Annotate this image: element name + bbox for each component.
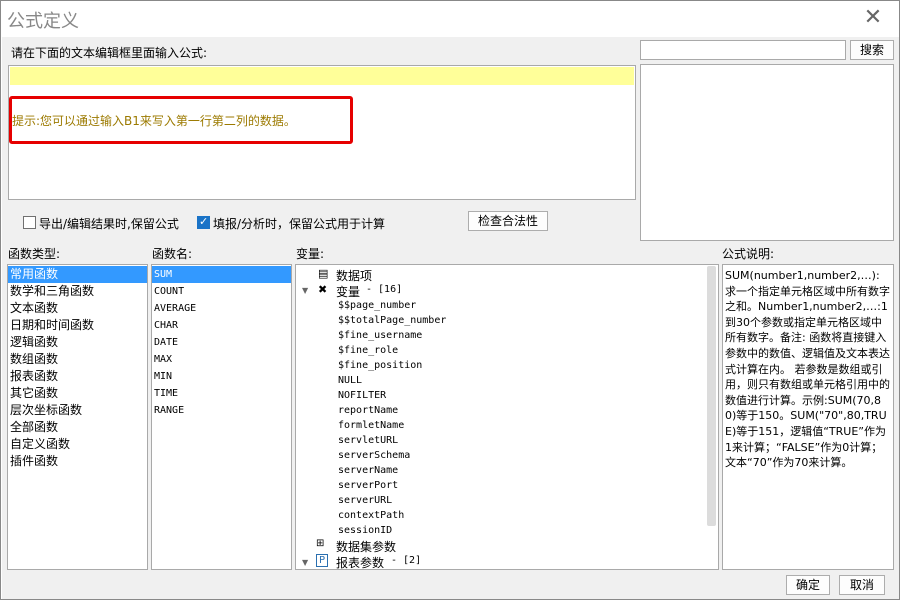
search-button[interactable]: 搜索 — [850, 40, 894, 60]
list-item[interactable]: 其它函数 — [8, 385, 147, 402]
list-item[interactable]: DATE — [152, 334, 291, 351]
list-item[interactable]: 常用函数 — [8, 266, 147, 283]
tree-node-report-params[interactable]: 报表参数 — [336, 554, 384, 569]
func-type-list[interactable]: 常用函数 数学和三角函数 文本函数 日期和时间函数 逻辑函数 数组函数 报表函数… — [7, 264, 148, 570]
list-item[interactable]: TIME — [152, 385, 291, 402]
variables-tree[interactable]: ▤ 数据项 ▼ ✖ 变量 - [16] $$page_number $$total… — [295, 264, 719, 570]
description-text: SUM(number1,number2,…): 求一个指定单元格区域中所有数字之… — [725, 269, 890, 470]
list-item[interactable]: 文本函数 — [8, 300, 147, 317]
tree-node-variable[interactable]: $$totalPage_number — [338, 315, 446, 326]
fill-keep-label: 填报/分析时，保留公式用于计算 — [213, 217, 386, 231]
collapse-arrow-icon[interactable]: ▼ — [302, 558, 308, 567]
list-item[interactable]: MIN — [152, 368, 291, 385]
search-results-list[interactable] — [640, 64, 894, 241]
data-item-icon: ▤ — [318, 267, 329, 280]
list-item[interactable]: 插件函数 — [8, 453, 147, 470]
list-item[interactable]: 层次坐标函数 — [8, 402, 147, 419]
func-type-label: 函数类型: — [8, 247, 61, 261]
func-name-list[interactable]: SUM COUNT AVERAGE CHAR DATE MAX MIN TIME… — [151, 264, 292, 570]
tree-node-variables[interactable]: 变量 — [336, 283, 360, 300]
close-icon[interactable]: ✕ — [861, 6, 885, 30]
list-item[interactable]: COUNT — [152, 283, 291, 300]
dataset-param-icon: ⊞ — [316, 538, 325, 549]
list-item[interactable]: 自定义函数 — [8, 436, 147, 453]
list-item[interactable]: CHAR — [152, 317, 291, 334]
formula-dialog: 公式定义 ✕ 请在下面的文本编辑框里面输入公式: 提示:您可以通过输入B1来写入… — [0, 0, 900, 600]
ok-button[interactable]: 确定 — [786, 575, 830, 595]
export-keep-checkbox[interactable] — [23, 216, 36, 229]
collapse-arrow-icon[interactable]: ▼ — [302, 286, 308, 295]
tree-node-variable[interactable]: serverURL — [338, 495, 392, 506]
dialog-title: 公式定义 — [7, 11, 79, 32]
tree-node-variable[interactable]: serverName — [338, 465, 398, 476]
variable-group-icon: ✖ — [318, 283, 328, 296]
description-label: 公式说明: — [722, 247, 775, 261]
list-item[interactable]: 数学和三角函数 — [8, 283, 147, 300]
list-item[interactable]: MAX — [152, 351, 291, 368]
current-line-highlight — [10, 67, 634, 85]
tree-node-variable[interactable]: reportName — [338, 405, 398, 416]
search-input[interactable] — [640, 40, 846, 60]
tree-node-variable[interactable]: serverSchema — [338, 450, 410, 461]
report-params-count: - [2] — [391, 555, 422, 566]
list-item[interactable]: 逻辑函数 — [8, 334, 147, 351]
tree-node-variable[interactable]: NOFILTER — [338, 390, 386, 401]
tree-node-data-item[interactable]: 数据项 — [336, 267, 372, 284]
tree-node-variable[interactable]: formletName — [338, 420, 404, 431]
tree-node-variable[interactable]: serverPort — [338, 480, 398, 491]
func-name-label: 函数名: — [152, 247, 193, 261]
tree-node-variable[interactable]: sessionID — [338, 525, 392, 536]
tree-node-variable[interactable]: $fine_role — [338, 345, 398, 356]
tree-node-dataset-params[interactable]: 数据集参数 — [336, 538, 396, 555]
tree-node-variable[interactable]: $fine_position — [338, 360, 422, 371]
export-keep-label: 导出/编辑结果时,保留公式 — [39, 217, 179, 231]
list-item[interactable]: RANGE — [152, 402, 291, 419]
list-item[interactable]: 日期和时间函数 — [8, 317, 147, 334]
list-item[interactable]: 全部函数 — [8, 419, 147, 436]
report-param-icon: P — [316, 554, 329, 567]
fill-keep-checkbox[interactable] — [197, 215, 210, 229]
variables-label: 变量: — [296, 247, 325, 261]
check-validity-button[interactable]: 检查合法性 — [468, 211, 548, 231]
editor-prompt-label: 请在下面的文本编辑框里面输入公式: — [11, 46, 208, 60]
list-item[interactable]: 数组函数 — [8, 351, 147, 368]
annotation-box — [9, 96, 353, 144]
tree-node-variable[interactable]: servletURL — [338, 435, 398, 446]
list-item[interactable]: AVERAGE — [152, 300, 291, 317]
tree-node-variable[interactable]: NULL — [338, 375, 362, 386]
tree-node-variable[interactable]: contextPath — [338, 510, 404, 521]
variables-scrollbar[interactable] — [707, 266, 716, 526]
list-item[interactable]: SUM — [152, 266, 291, 283]
variables-count: - [16] — [366, 284, 403, 295]
cancel-button[interactable]: 取消 — [839, 575, 885, 595]
list-item[interactable]: 报表函数 — [8, 368, 147, 385]
tree-node-variable[interactable]: $$page_number — [338, 300, 416, 311]
tree-node-variable[interactable]: $fine_username — [338, 330, 422, 341]
